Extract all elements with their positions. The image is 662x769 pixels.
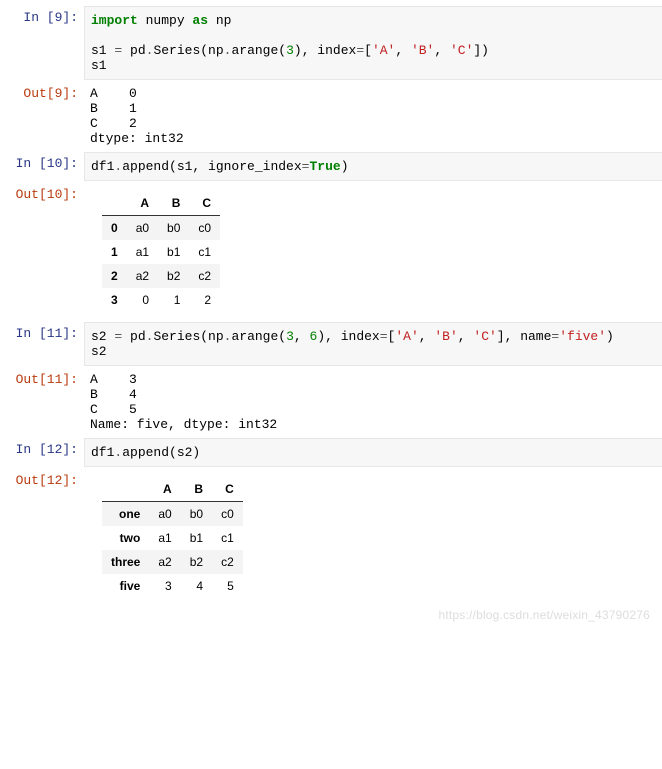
code-9[interactable]: import numpy as np s1 = pd.Series(np.ara… xyxy=(84,6,662,80)
cell-in-9: In [9]: import numpy as np s1 = pd.Serie… xyxy=(0,6,662,80)
col-header: B xyxy=(181,477,212,502)
output-12: A B C onea0b0c0 twoa1b1c1 threea2b2c2 fi… xyxy=(84,469,662,606)
output-10: A B C 0a0b0c0 1a1b1c1 2a2b2c2 3012 xyxy=(84,183,662,320)
notebook: In [9]: import numpy as np s1 = pd.Serie… xyxy=(0,0,662,628)
dataframe-10: A B C 0a0b0c0 1a1b1c1 2a2b2c2 3012 xyxy=(102,191,220,312)
kw-import: import xyxy=(91,13,138,28)
table-row: twoa1b1c1 xyxy=(102,526,243,550)
table-row: 0a0b0c0 xyxy=(102,216,220,241)
cell-in-12: In [12]: df1.append(s2) xyxy=(0,438,662,467)
cell-out-9: Out[9]: A 0 B 1 C 2 dtype: int32 xyxy=(0,82,662,150)
prompt-in-9: In [9]: xyxy=(0,6,84,25)
table-row: 1a1b1c1 xyxy=(102,240,220,264)
prompt-out-10: Out[10]: xyxy=(0,183,84,202)
table-row: 2a2b2c2 xyxy=(102,264,220,288)
table-row: onea0b0c0 xyxy=(102,502,243,527)
cell-in-10: In [10]: df1.append(s1, ignore_index=Tru… xyxy=(0,152,662,181)
prompt-in-10: In [10]: xyxy=(0,152,84,171)
col-header: B xyxy=(158,191,189,216)
code-11[interactable]: s2 = pd.Series(np.arange(3, 6), index=['… xyxy=(84,322,662,366)
dataframe-12: A B C onea0b0c0 twoa1b1c1 threea2b2c2 fi… xyxy=(102,477,243,598)
output-11: A 3 B 4 C 5 Name: five, dtype: int32 xyxy=(84,368,662,436)
code-12[interactable]: df1.append(s2) xyxy=(84,438,662,467)
prompt-in-12: In [12]: xyxy=(0,438,84,457)
table-row: 3012 xyxy=(102,288,220,312)
table-row: threea2b2c2 xyxy=(102,550,243,574)
code-10[interactable]: df1.append(s1, ignore_index=True) xyxy=(84,152,662,181)
kw-as: as xyxy=(192,13,208,28)
watermark: https://blog.csdn.net/weixin_43790276 xyxy=(438,608,650,622)
col-header: C xyxy=(189,191,220,216)
prompt-in-11: In [11]: xyxy=(0,322,84,341)
prompt-out-12: Out[12]: xyxy=(0,469,84,488)
corner xyxy=(102,191,127,216)
col-header: C xyxy=(212,477,243,502)
cell-out-12: Out[12]: A B C onea0b0c0 twoa1b1c1 three… xyxy=(0,469,662,606)
prompt-out-9: Out[9]: xyxy=(0,82,84,101)
kw-true: True xyxy=(309,159,340,174)
output-9: A 0 B 1 C 2 dtype: int32 xyxy=(84,82,662,150)
cell-out-10: Out[10]: A B C 0a0b0c0 1a1b1c1 2a2b2c2 3… xyxy=(0,183,662,320)
cell-in-11: In [11]: s2 = pd.Series(np.arange(3, 6),… xyxy=(0,322,662,366)
col-header: A xyxy=(127,191,158,216)
corner xyxy=(102,477,149,502)
cell-out-11: Out[11]: A 3 B 4 C 5 Name: five, dtype: … xyxy=(0,368,662,436)
prompt-out-11: Out[11]: xyxy=(0,368,84,387)
table-row: five345 xyxy=(102,574,243,598)
col-header: A xyxy=(149,477,180,502)
